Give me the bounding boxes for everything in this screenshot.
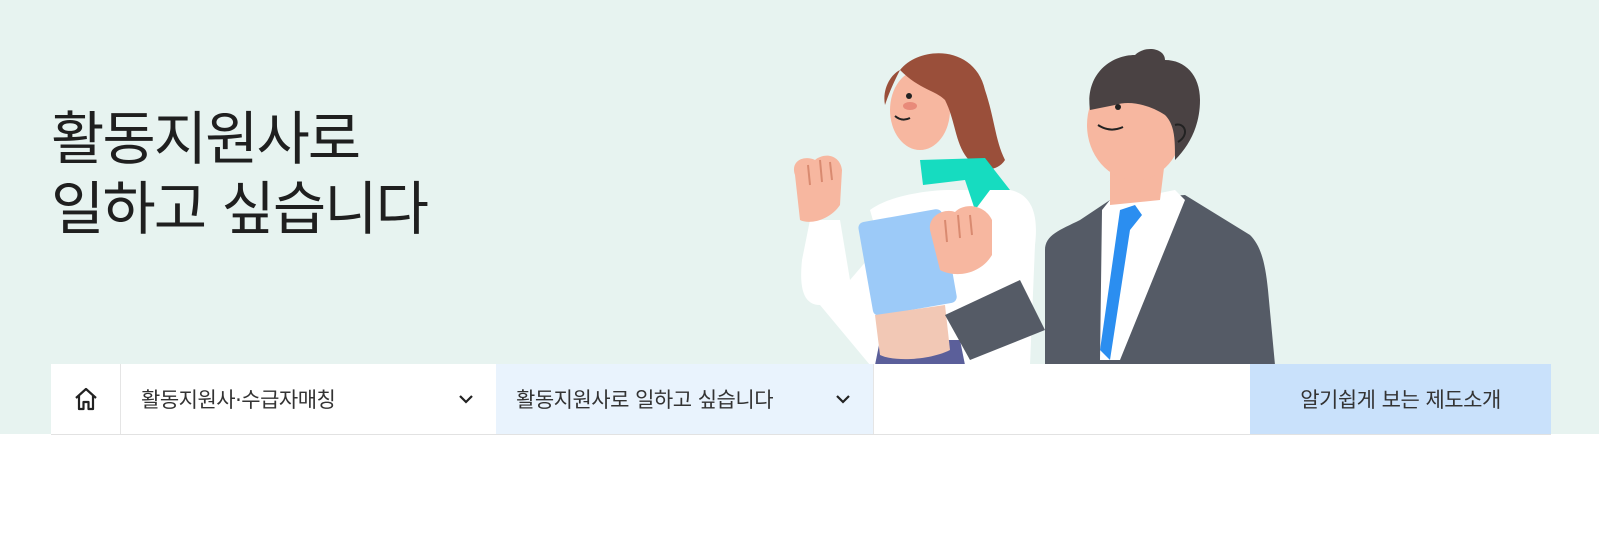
workers-illustration (794, 48, 1275, 365)
chevron-down-icon (459, 395, 473, 404)
title-line-2: 일하고 싶습니다 (51, 175, 429, 243)
home-icon (74, 387, 97, 411)
home-button[interactable] (51, 364, 121, 434)
category-select-label: 활동지원사·수급자매칭 (141, 388, 336, 412)
system-intro-label: 알기쉽게 보는 제도소개 (1300, 388, 1501, 412)
system-intro-button[interactable]: 알기쉽게 보는 제도소개 (1250, 364, 1551, 434)
page-title: 활동지원사로 일하고 싶습니다 (51, 104, 429, 244)
breadcrumb-nav: 활동지원사·수급자매칭 활동지원사로 일하고 싶습니다 알기쉽게 보는 제도소개 (51, 364, 1551, 435)
category-select[interactable]: 활동지원사·수급자매칭 (121, 364, 496, 434)
page-select-label: 활동지원사로 일하고 싶습니다 (516, 388, 774, 412)
chevron-down-icon (836, 395, 850, 404)
title-line-1: 활동지원사로 (51, 105, 361, 173)
page-select[interactable]: 활동지원사로 일하고 싶습니다 (496, 364, 873, 434)
nav-spacer (873, 364, 1250, 434)
